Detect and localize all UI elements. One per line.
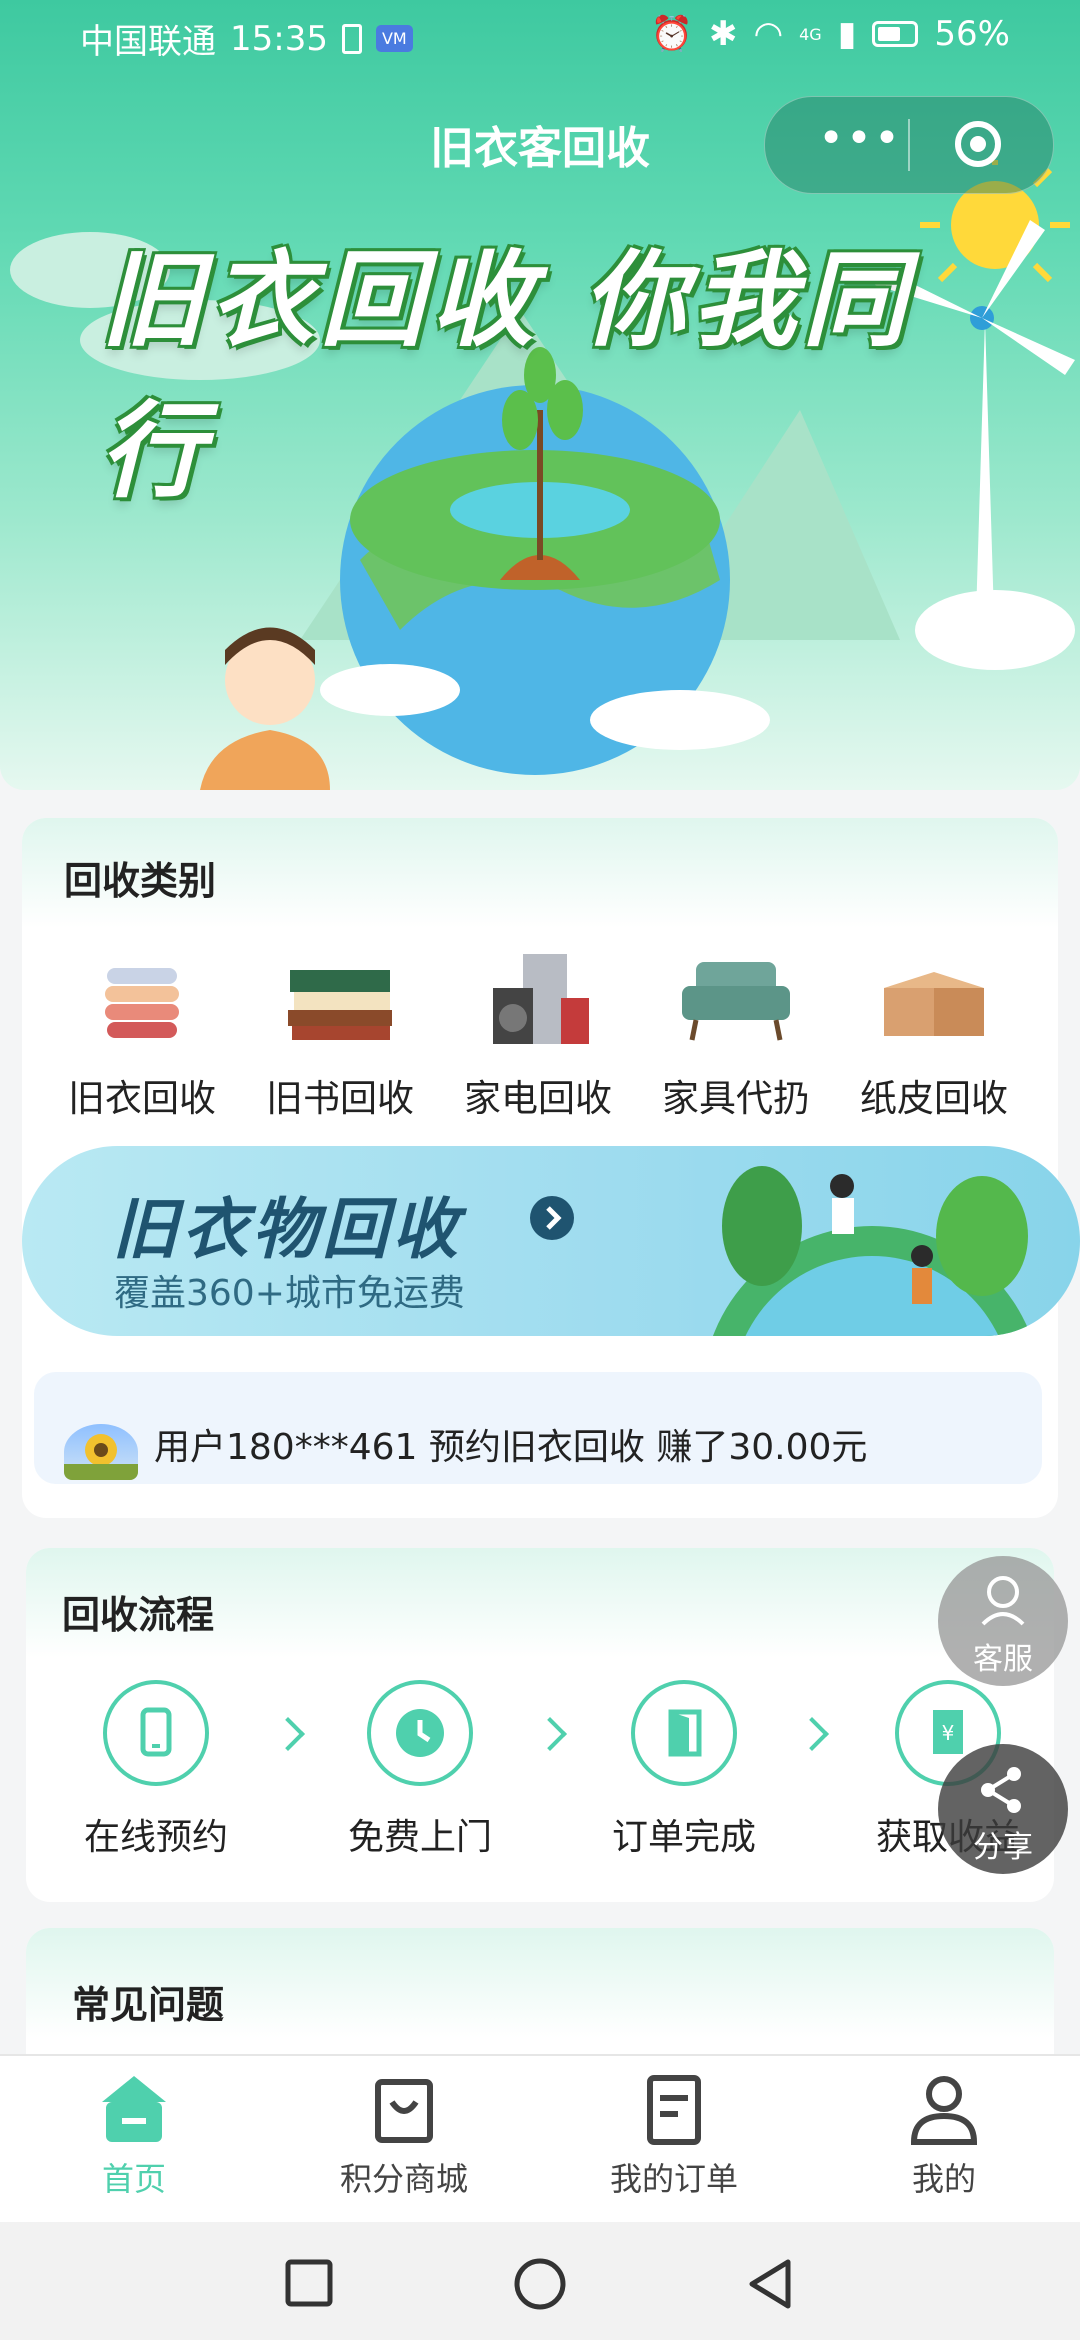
category-furniture[interactable]: 家具代扔 [636,948,836,1122]
appliances-icon [493,954,589,1044]
wifi-icon: ◠ [753,14,784,54]
home-icon [24,2072,244,2148]
arrow-right-icon [530,1196,574,1240]
banner-subtitle: 覆盖360+城市免运费 [114,1273,465,1314]
recent-apps-icon[interactable] [284,2258,334,2308]
tab-label: 我的订单 [609,2160,738,2198]
system-navigation-bar [0,2222,1080,2340]
tab-label: 积分商城 [339,2160,468,2198]
earnings-ticker: 用户180***461 预约旧衣回收 赚了30.00元 [34,1372,1042,1484]
cardboard-box-icon [884,972,984,1036]
ticker-text: 用户180***461 预约旧衣回收 赚了30.00元 [154,1427,868,1468]
shopping-bag-icon [294,2072,514,2148]
promo-banner[interactable]: 旧衣物回收 覆盖360+城市免运费 [22,1146,1080,1336]
document-icon [564,2072,784,2148]
tab-points-mall[interactable]: 积分商城 [294,2072,514,2200]
category-books[interactable]: 旧书回收 [240,948,440,1122]
miniprogram-capsule: ••• [764,96,1054,194]
step-order-complete: 订单完成 [574,1680,794,1860]
category-cardboard[interactable]: 纸皮回收 [834,948,1034,1122]
step-online-booking: 在线预约 [46,1680,266,1860]
sim-icon [341,23,362,54]
battery-percent: 56% [934,14,1010,54]
clock: 15:35 [230,18,328,59]
vm-badge: VM [375,25,413,52]
tab-profile[interactable]: 我的 [834,2072,1054,2200]
user-avatar [64,1424,138,1480]
more-button[interactable]: ••• [805,117,915,169]
door-icon [631,1680,737,1786]
earth-people-illustration [712,1166,1032,1336]
phone-icon [103,1680,209,1786]
step-free-pickup: 免费上门 [310,1680,530,1860]
step-label: 订单完成 [611,1817,756,1858]
category-appliances[interactable]: 家电回收 [438,948,638,1122]
category-title: 回收类别 [64,859,217,903]
back-triangle-icon[interactable] [744,2256,796,2312]
headset-icon [981,1576,1025,1626]
category-clothes[interactable]: 旧衣回收 [42,948,242,1122]
category-label: 纸皮回收 [860,1077,1008,1120]
category-label: 家具代扔 [662,1077,810,1120]
tab-my-orders[interactable]: 我的订单 [564,2072,784,2200]
bluetooth-icon: ✱ [708,14,738,54]
step-label: 在线预约 [83,1817,228,1858]
faq-title: 常见问题 [72,1983,225,2027]
process-title: 回收流程 [62,1593,215,1637]
battery-icon [872,21,919,47]
close-target-icon[interactable] [955,121,1001,167]
tab-label: 首页 [101,2160,166,2198]
customer-service-label: 客服 [973,1642,1033,1677]
hero-slogan: 旧衣回收 你我同行 [100,239,913,512]
svg-text:¥: ¥ [942,1721,955,1745]
folded-clothes-icon [105,968,179,1038]
books-icon [288,970,392,1040]
tab-label: 我的 [911,2160,976,2198]
tab-home[interactable]: 首页 [24,2072,244,2200]
share-icon [981,1767,1021,1813]
banner-title: 旧衣物回收 [112,1191,462,1268]
home-circle-icon[interactable] [512,2256,568,2312]
alarm-icon: ⏰ [650,14,693,54]
hero-banner: 中国联通 15:35 VM ⏰ ✱ ◠ 4G ▮ 56% 旧衣客回收 ••• 旧… [0,0,1080,790]
share-button[interactable]: 分享 [938,1744,1068,1874]
customer-service-button[interactable]: 客服 [938,1556,1068,1686]
armchair-icon [682,962,790,1041]
capsule-divider [908,119,910,171]
clock-icon [367,1680,473,1786]
category-label: 旧衣回收 [68,1077,216,1120]
step-label: 免费上门 [347,1817,492,1858]
category-label: 家电回收 [464,1077,612,1120]
bottom-tab-bar: 首页 积分商城 我的订单 我的 [0,2054,1080,2224]
share-label: 分享 [973,1830,1033,1865]
status-bar: 中国联通 15:35 VM ⏰ ✱ ◠ 4G ▮ 56% [0,0,1080,76]
network-type: 4G [799,24,822,44]
category-label: 旧书回收 [266,1077,414,1120]
signal-icon: ▮ [837,14,857,54]
user-icon [834,2072,1054,2148]
carrier-name: 中国联通 [80,22,216,62]
